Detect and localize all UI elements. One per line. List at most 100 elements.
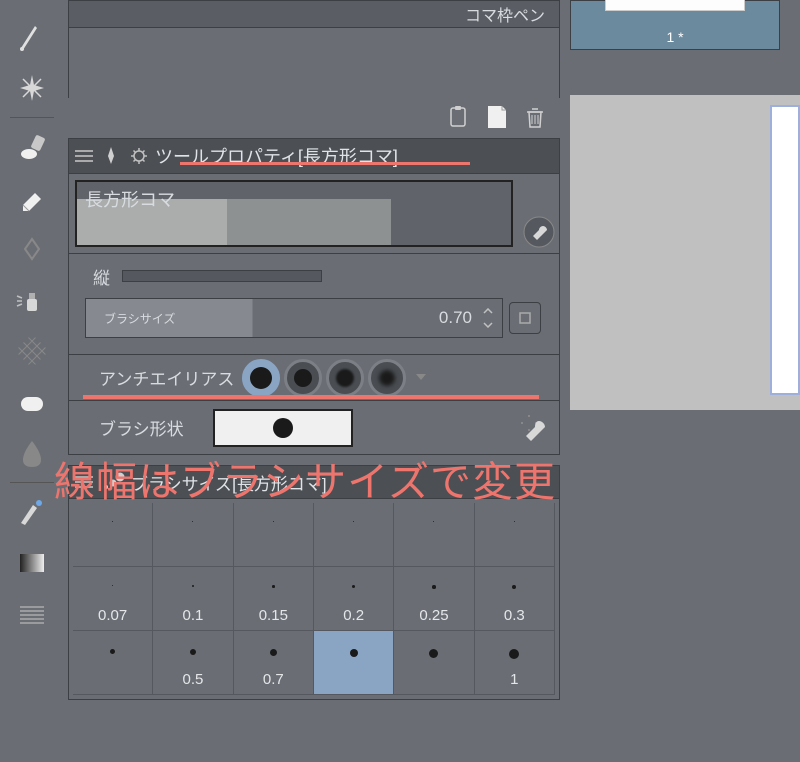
tool-blend[interactable] (8, 429, 56, 477)
antialias-option-none[interactable] (242, 359, 280, 397)
brush-size-cell[interactable]: 0.2 (314, 567, 394, 631)
brush-size-spinner[interactable] (480, 305, 496, 331)
brush-size-label: 0.07 (98, 607, 127, 624)
brush-size-cell[interactable]: 0.1 (153, 567, 233, 631)
brush-size-cell[interactable]: 0.3 (475, 567, 555, 631)
brush-size-cell[interactable] (73, 631, 153, 695)
tool-needle[interactable] (8, 13, 56, 61)
preset-preview[interactable]: 長方形コマ (75, 180, 513, 247)
tool-gradient[interactable] (8, 539, 56, 587)
wrench-button[interactable] (519, 174, 559, 253)
vertical-row: 縦 (99, 258, 541, 294)
antialias-label: アンチエイリアス (99, 365, 234, 390)
preset-row: 長方形コマ (68, 174, 560, 254)
brush-size-grid: 0.07 0.1 0.15 0.2 0.25 0.3 0.5 0.7 1 (73, 503, 555, 695)
subtool-body (68, 28, 560, 98)
brush-size-link-button[interactable] (509, 302, 541, 334)
antialias-option-mid[interactable] (326, 359, 364, 397)
brush-size-cell[interactable] (394, 631, 474, 695)
tool-mesh[interactable] (8, 327, 56, 375)
brush-dot-icon (514, 521, 515, 522)
brush-dot-icon (112, 585, 113, 586)
canvas-viewport[interactable] (570, 95, 800, 410)
tool-soft-eraser[interactable] (8, 378, 56, 426)
brush-size-cell[interactable] (73, 503, 153, 567)
pen-icon (99, 144, 123, 168)
brush-size-label: 0.5 (183, 671, 204, 688)
tool-config-wrench-icon[interactable] (509, 403, 553, 450)
brush-dot-icon (353, 521, 354, 522)
brush-size-label: 0.15 (259, 607, 288, 624)
brush-dot-icon (512, 585, 516, 589)
preset-fill2 (227, 199, 391, 245)
brush-size-label: 0.1 (183, 607, 204, 624)
brush-dot-icon (429, 649, 438, 658)
tool-brush2[interactable] (8, 488, 56, 536)
trash-icon[interactable] (518, 100, 552, 134)
brush-size-cell[interactable] (314, 503, 394, 567)
brush-size-cell[interactable] (234, 503, 314, 567)
tool-lines[interactable] (8, 590, 56, 638)
antialias-option-strong[interactable] (368, 359, 406, 397)
brush-shape-row: ブラシ形状 (68, 401, 560, 455)
new-page-icon[interactable] (480, 100, 514, 134)
brush-dot-icon (432, 585, 436, 589)
brush-size-cell[interactable]: 0.25 (394, 567, 474, 631)
antialias-dropdown-icon[interactable] (414, 371, 438, 385)
annotation-underline-brushsize (83, 395, 539, 399)
brush-shape-preview[interactable] (213, 409, 353, 447)
subtool-title: コマ枠ペン (465, 2, 545, 26)
brush-size-cell[interactable] (394, 503, 474, 567)
brush-size-cell[interactable] (153, 503, 233, 567)
brush-size-label: 0.2 (343, 607, 364, 624)
brush-size-cell[interactable] (475, 503, 555, 567)
brush-size-label: 0.25 (419, 607, 448, 624)
brush-dot-icon (110, 649, 115, 654)
brush-size-cell[interactable]: 1 (475, 631, 555, 695)
canvas-page (770, 105, 800, 395)
tool-diamond[interactable] (8, 225, 56, 273)
brush-dot-icon (192, 521, 193, 522)
main-panels: コマ枠ペン ツールプロパティ[長方形コマ] 長方形コマ (68, 0, 560, 762)
brush-dot-icon (190, 649, 196, 655)
brush-size-label: 0.3 (504, 607, 525, 624)
brush-size-cell[interactable]: 0.7 (234, 631, 314, 695)
antialias-option-weak[interactable] (284, 359, 322, 397)
thumbnail-label: 1 * (666, 29, 683, 45)
brush-size-cell[interactable] (314, 631, 394, 695)
spinner-up-icon[interactable] (480, 305, 496, 317)
brush-dot-icon (509, 649, 519, 659)
tool-airbrush[interactable] (8, 276, 56, 324)
tool-paint-tube[interactable] (8, 123, 56, 171)
thumbnail-page (605, 0, 745, 11)
tool-eraser[interactable] (8, 174, 56, 222)
panel-menu-icon[interactable] (75, 147, 93, 165)
preset-name: 長方形コマ (85, 186, 175, 212)
tool-palette (0, 8, 64, 758)
brush-dot-icon (192, 585, 194, 587)
brush-dot-icon (273, 521, 274, 522)
brush-size-value: 0.70 (439, 308, 472, 328)
navigator-thumbnail[interactable]: 1 * (570, 0, 780, 50)
brush-size-cell[interactable]: 0.07 (73, 567, 153, 631)
separator (10, 117, 54, 118)
brush-size-label: 0.7 (263, 671, 284, 688)
vertical-slider[interactable] (122, 270, 322, 282)
tool-sparkle[interactable] (8, 64, 56, 112)
vertical-label: 縦 (93, 264, 110, 289)
brush-size-row: ブラシサイズ 0.70 (99, 294, 541, 342)
brush-size-label: 1 (510, 671, 518, 688)
brush-size-label: ブラシサイズ (104, 310, 175, 327)
brush-dot-icon (352, 585, 355, 588)
brush-size-slider[interactable]: ブラシサイズ 0.70 (85, 298, 503, 338)
paste-icon[interactable] (442, 100, 476, 134)
brush-grid-section: 0.07 0.1 0.15 0.2 0.25 0.3 0.5 0.7 1 (68, 499, 560, 700)
property-panel-header[interactable]: ツールプロパティ[長方形コマ] (68, 138, 560, 174)
gear-icon (129, 146, 149, 166)
annotation-underline-title (180, 162, 470, 165)
subtool-header: コマ枠ペン (68, 0, 560, 28)
brush-size-cell[interactable]: 0.5 (153, 631, 233, 695)
spinner-down-icon[interactable] (480, 319, 496, 331)
brush-size-cell[interactable]: 0.15 (234, 567, 314, 631)
property-section: 縦 ブラシサイズ 0.70 (68, 254, 560, 355)
